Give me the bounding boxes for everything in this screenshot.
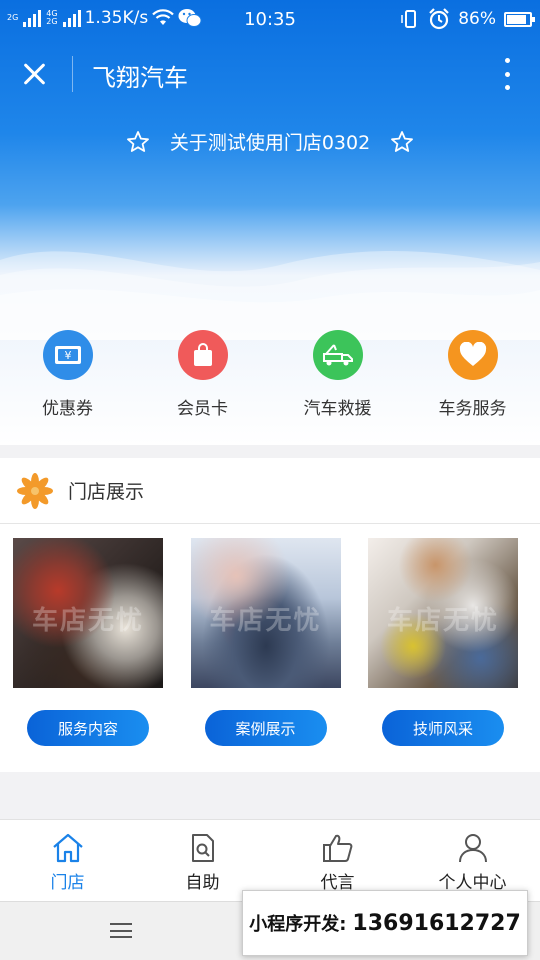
tab-self-service[interactable]: 自助 [135, 820, 270, 901]
store-name: 关于测试使用门店0302 [169, 132, 371, 154]
page-title: 飞翔汽车 [92, 64, 188, 92]
service-photo[interactable]: 车店无忧 [13, 538, 163, 688]
tab-label: 门店 [50, 873, 85, 893]
user-icon [458, 834, 487, 863]
coupon-icon: ¥ [42, 330, 93, 380]
feature-shortcuts: ¥ 优惠券 会员卡 汽车救援 车务服务 [0, 330, 540, 420]
star-icon[interactable] [390, 130, 414, 154]
flower-icon [17, 472, 53, 509]
tab-store[interactable]: 门店 [0, 820, 135, 901]
feature-label: 汽车救援 [303, 399, 372, 419]
photo-watermark: 车店无忧 [386, 606, 499, 636]
showcase-title: 门店展示 [68, 481, 145, 503]
store-name-row: 关于测试使用门店0302 [0, 128, 540, 155]
store-showcase: 门店展示 车店无忧 服务内容 车店无忧 案例展示 车店无忧 技师风采 [0, 458, 540, 772]
vibrate-icon [401, 10, 417, 28]
bottom-tab-bar: 门店 自助 代言 个人中心 [0, 819, 540, 901]
feature-car-service[interactable]: 车务服务 [405, 330, 540, 420]
status-right: 86% [400, 8, 535, 30]
more-options-icon[interactable] [502, 58, 512, 90]
cases-button[interactable]: 案例展示 [204, 710, 327, 746]
feature-coupon[interactable]: ¥ 优惠券 [0, 330, 135, 420]
case-photo[interactable]: 车店无忧 [190, 538, 341, 688]
thumbs-up-icon [322, 834, 352, 862]
nav-divider [72, 56, 73, 92]
tab-endorse[interactable]: 代言 [270, 820, 405, 901]
promo-label: 小程序开发: [249, 914, 347, 935]
shopping-bag-icon [177, 330, 228, 380]
showcase-tile-cases: 车店无忧 案例展示 [190, 538, 341, 746]
showcase-tile-services: 车店无忧 服务内容 [13, 538, 163, 746]
home-icon [52, 833, 83, 863]
nav-bar: 飞翔汽车 [0, 50, 540, 98]
showcase-tiles: 车店无忧 服务内容 车店无忧 案例展示 车店无忧 技师风采 [0, 524, 540, 746]
svg-text:¥: ¥ [64, 349, 71, 362]
tow-truck-icon [312, 330, 363, 380]
tab-profile[interactable]: 个人中心 [405, 820, 540, 901]
technicians-button[interactable]: 技师风采 [382, 710, 504, 746]
feature-label: 车务服务 [438, 399, 507, 419]
photo-watermark: 车店无忧 [31, 606, 144, 636]
wave-decoration [0, 251, 540, 340]
promo-banner: 小程序开发: 13691612727 [242, 890, 528, 956]
battery-percent: 86% [458, 9, 496, 29]
photo-watermark: 车店无忧 [209, 606, 322, 636]
mini-program-page: 2G 4G 2G 1.35K/s 10:35 86% 飞翔汽车 关于测试使用门店… [0, 0, 540, 960]
promo-phone: 13691612727 [352, 910, 521, 936]
tab-label: 自助 [185, 873, 220, 893]
close-icon[interactable] [20, 60, 50, 90]
services-button[interactable]: 服务内容 [27, 710, 149, 746]
alarm-icon [429, 8, 449, 30]
menu-icon[interactable] [110, 923, 132, 938]
feature-rescue[interactable]: 汽车救援 [270, 330, 405, 420]
feature-member-card[interactable]: 会员卡 [135, 330, 270, 420]
feature-label: 会员卡 [177, 399, 228, 419]
star-icon[interactable] [126, 130, 150, 154]
self-service-icon [191, 834, 214, 862]
showcase-tile-technicians: 车店无忧 技师风采 [368, 538, 518, 746]
status-bar: 2G 4G 2G 1.35K/s 10:35 86% [0, 0, 540, 38]
showcase-header: 门店展示 [0, 458, 540, 524]
feature-label: 优惠券 [42, 399, 93, 419]
heart-icon [447, 330, 498, 380]
technician-photo[interactable]: 车店无忧 [368, 538, 518, 688]
battery-icon [504, 11, 535, 27]
